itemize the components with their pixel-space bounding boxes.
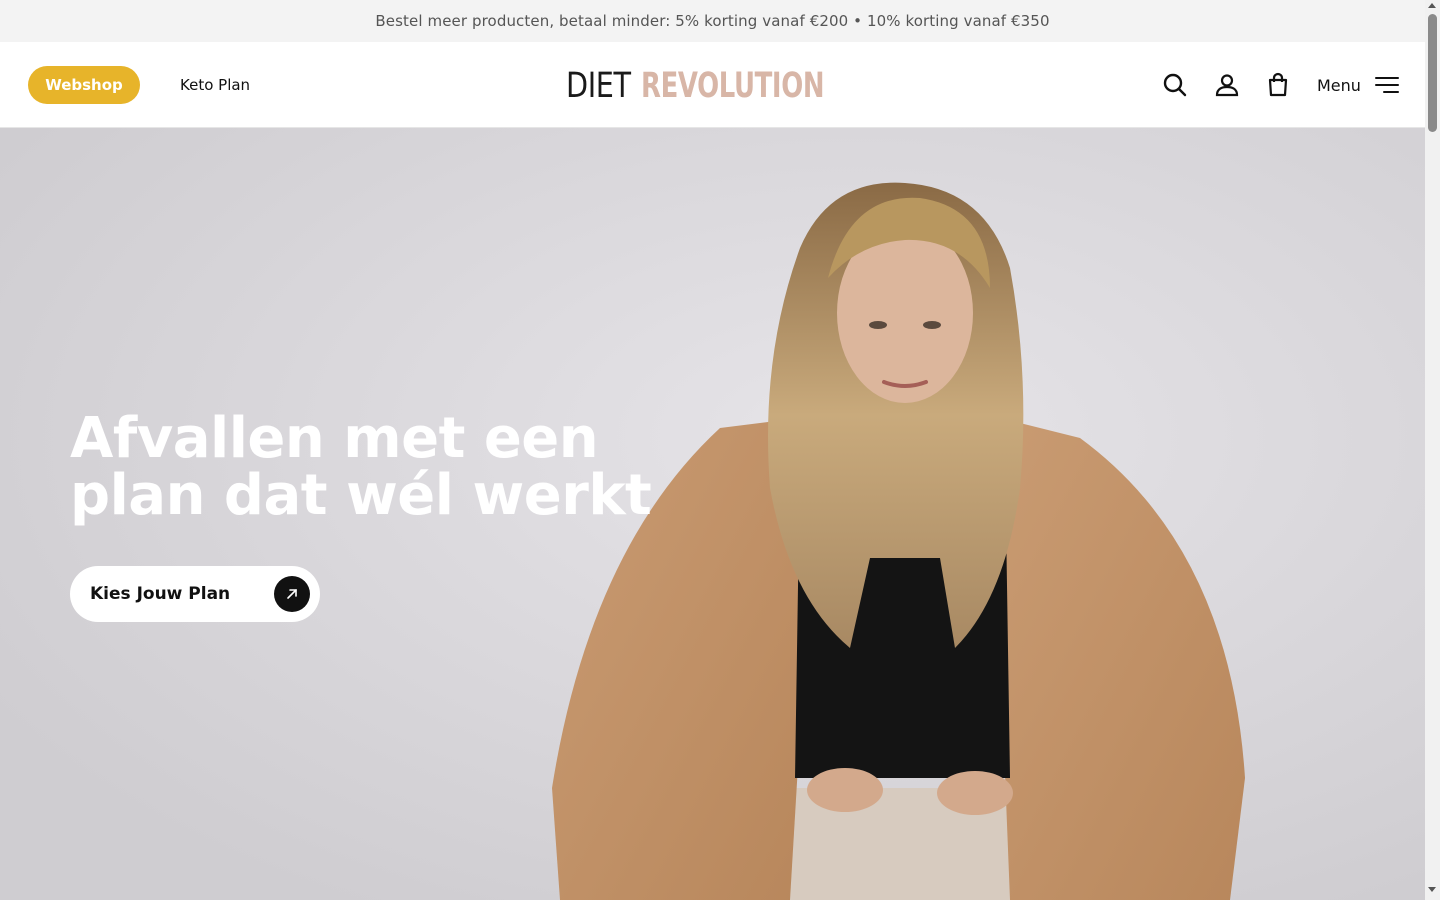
- hamburger-menu-icon: [1374, 76, 1399, 94]
- account-icon[interactable]: [1214, 72, 1240, 98]
- hero-title-line-1: Afvallen met een: [70, 406, 599, 471]
- logo-word-diet: DIET: [566, 66, 631, 106]
- scrollbar-thumb[interactable]: [1428, 14, 1437, 132]
- hero-section: Afvallen met een plan dat wél werkt Kies…: [0, 128, 1425, 900]
- choose-plan-label: Kies Jouw Plan: [90, 584, 231, 604]
- logo-word-revolution: REVOLUTION: [640, 66, 825, 106]
- announcement-text: Bestel meer producten, betaal minder: 5%…: [375, 12, 1050, 30]
- scroll-down-arrow-icon[interactable]: [1428, 887, 1436, 892]
- keto-plan-link[interactable]: Keto Plan: [180, 66, 250, 104]
- search-icon[interactable]: [1162, 72, 1188, 98]
- hero-title: Afvallen met een plan dat wél werkt: [70, 410, 710, 524]
- menu-label: Menu: [1317, 75, 1361, 95]
- arrow-up-right-icon: [274, 576, 310, 612]
- site-logo[interactable]: DIET REVOLUTION: [566, 66, 888, 106]
- hero-title-line-2: plan dat wél werkt: [70, 463, 652, 528]
- webshop-button[interactable]: Webshop: [28, 66, 140, 104]
- choose-plan-button[interactable]: Kies Jouw Plan: [70, 566, 320, 622]
- menu-toggle[interactable]: Menu: [1317, 66, 1399, 104]
- shopping-bag-icon[interactable]: [1265, 72, 1291, 98]
- announcement-bar: Bestel meer producten, betaal minder: 5%…: [0, 0, 1425, 42]
- site-header: Webshop Keto Plan DIET REVOLUTION Menu: [0, 42, 1425, 128]
- page-scrollbar[interactable]: [1425, 0, 1440, 900]
- scroll-up-arrow-icon[interactable]: [1428, 3, 1436, 8]
